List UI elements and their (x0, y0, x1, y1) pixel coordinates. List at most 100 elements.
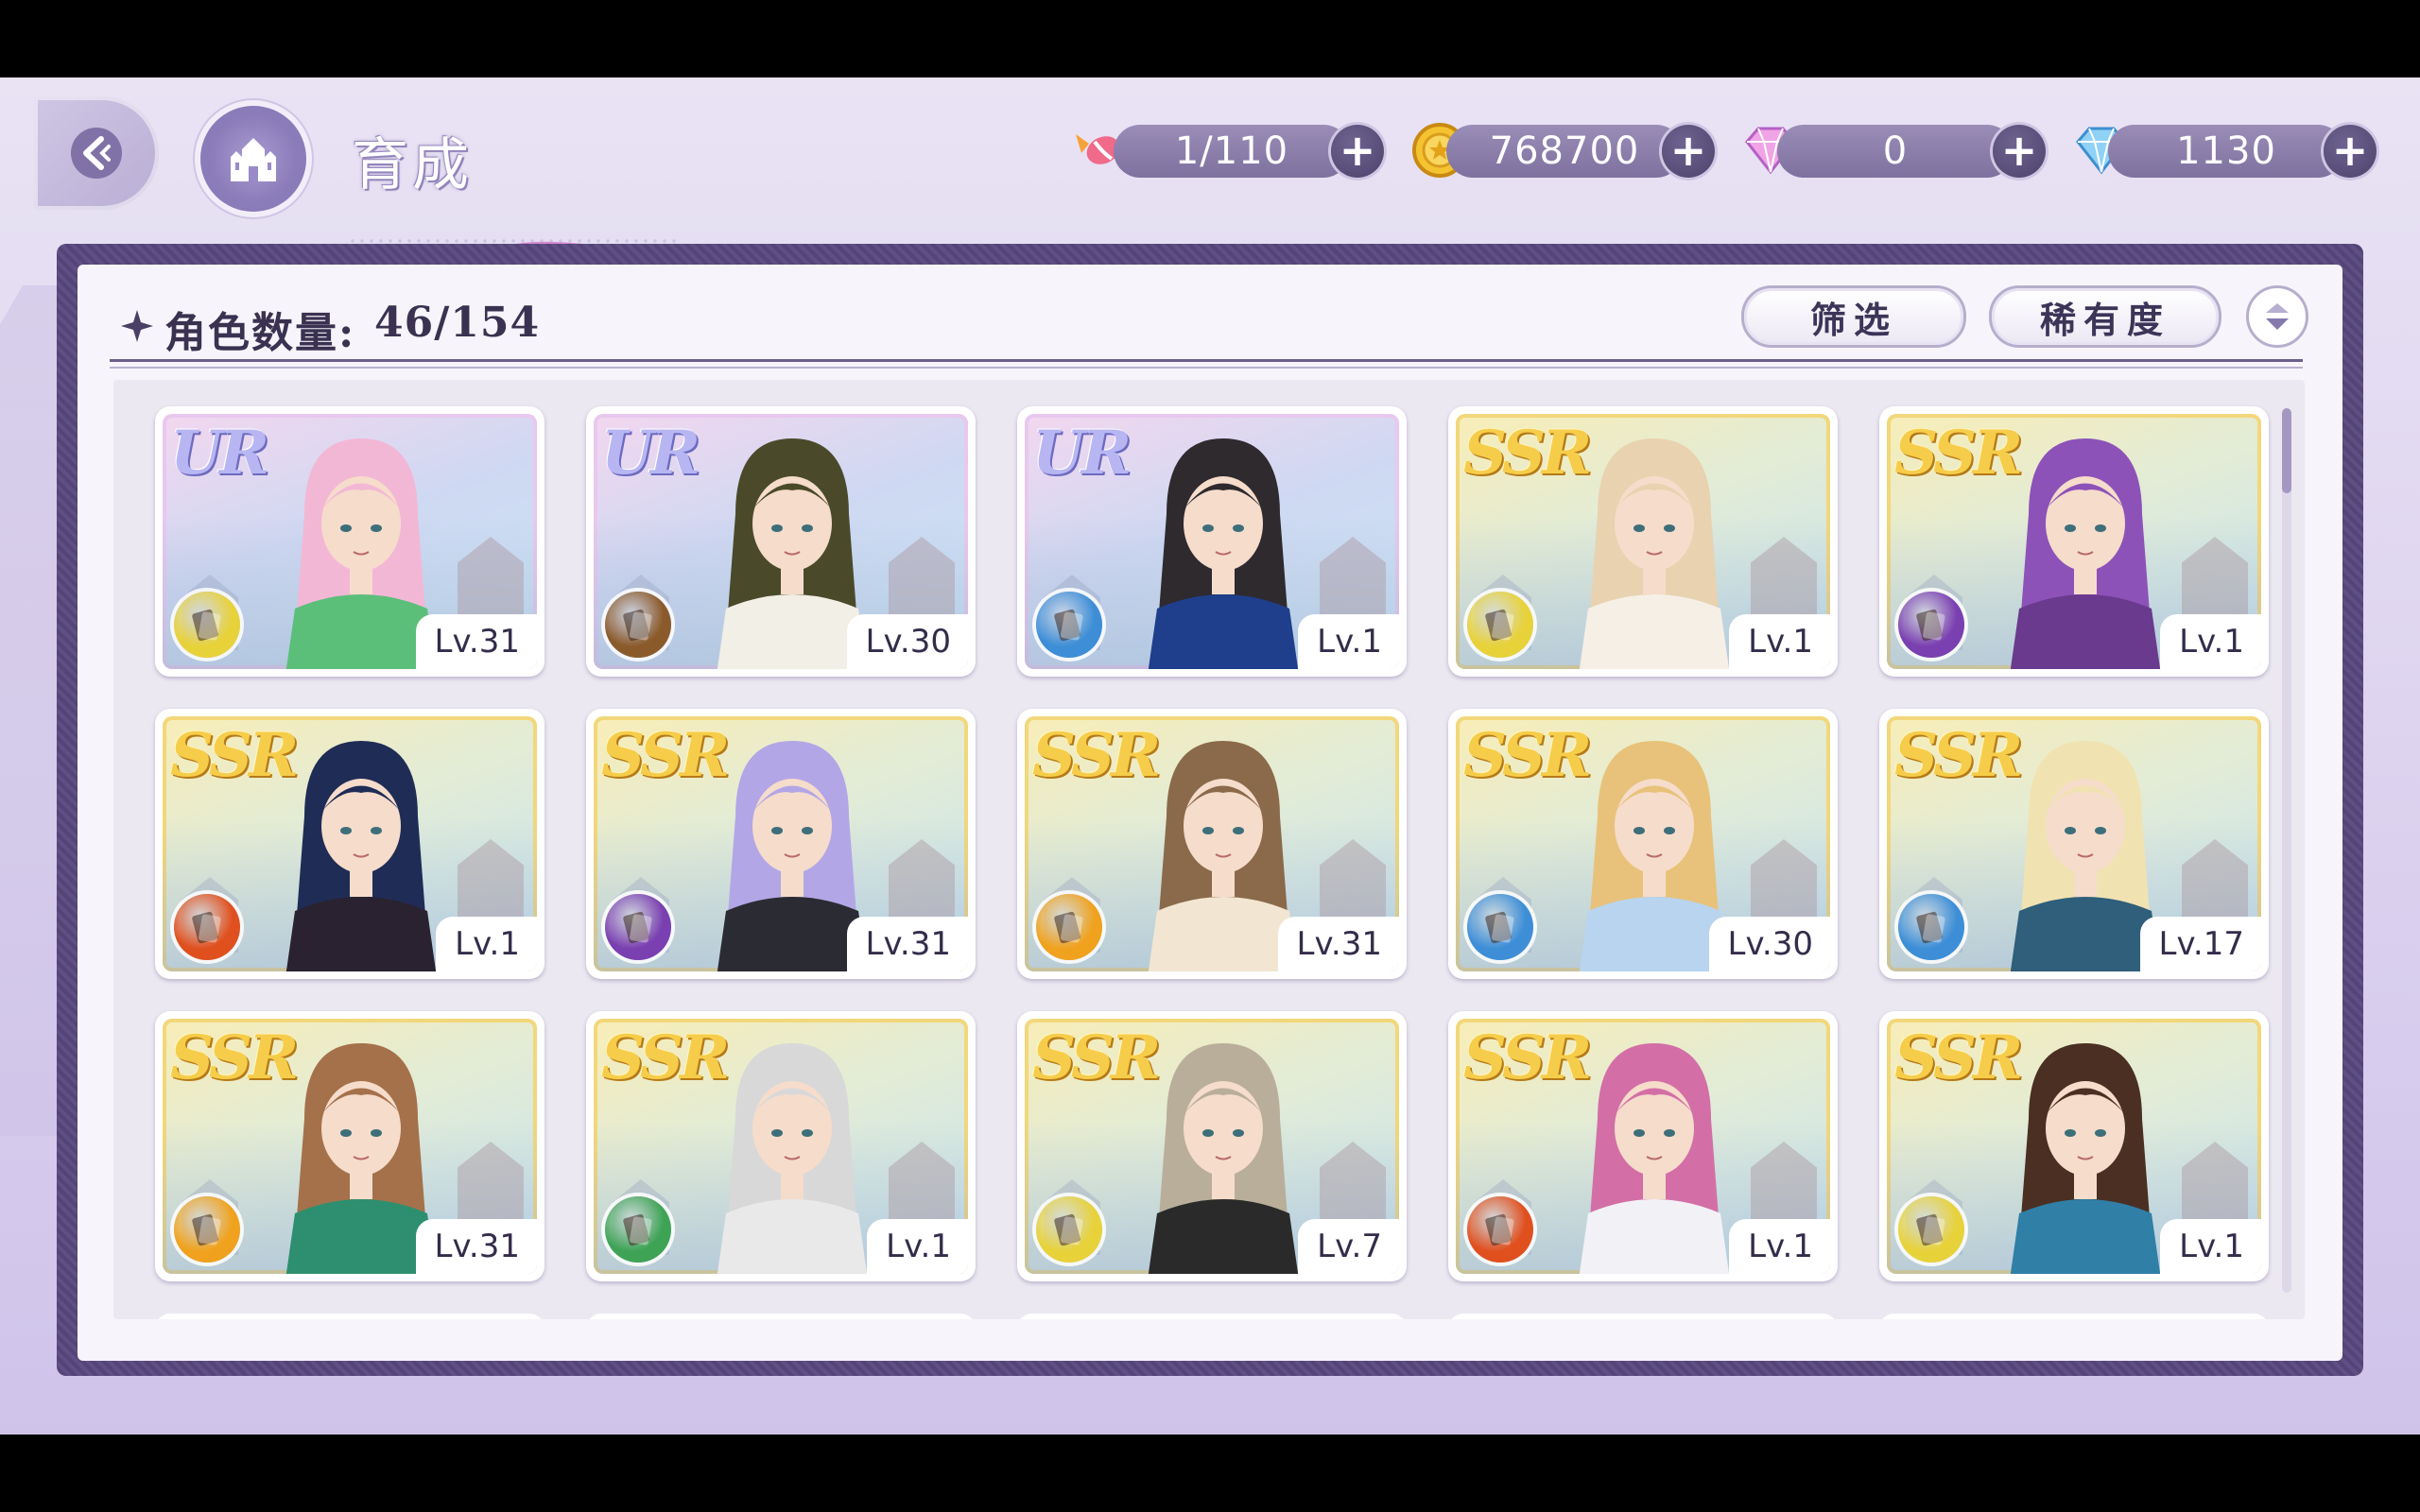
character-card-partial[interactable] (155, 1314, 544, 1319)
rarity-badge: SSR (170, 720, 299, 791)
character-card[interactable]: UR Lv.1 (1017, 406, 1407, 677)
gold-value: 768700 (1489, 129, 1640, 173)
character-card-partial[interactable] (1448, 1314, 1838, 1319)
character-card[interactable]: UR Lv.31 (155, 406, 544, 677)
card-art: UR Lv.31 (163, 414, 537, 669)
character-card[interactable]: SSR Lv.1 (1448, 1011, 1838, 1281)
cards-icon (174, 1196, 240, 1263)
back-button[interactable] (34, 96, 159, 210)
pink-gem-value: 0 (1882, 129, 1909, 173)
card-art: UR Lv.30 (594, 414, 968, 669)
filter-button-label: 筛选 (1809, 298, 1897, 341)
gold-add-button[interactable]: + (1662, 125, 1715, 178)
fist-icon-glyph (623, 911, 652, 944)
cards-icon-glyph (192, 911, 221, 944)
character-card-partial[interactable] (1017, 1314, 1407, 1319)
rarity-badge: SSR (170, 1022, 299, 1093)
level-label: Lv.1 (436, 917, 537, 971)
cards-icon-glyph (1916, 911, 1945, 944)
back-arrow-icon (71, 128, 122, 179)
character-card[interactable]: SSR Lv.30 (1448, 709, 1838, 979)
level-label: Lv.31 (846, 917, 968, 971)
rarity-badge: SSR (1032, 1022, 1161, 1093)
character-card-partial[interactable] (586, 1314, 976, 1319)
bottom-letterbox (0, 1435, 2420, 1512)
candy-add-button[interactable]: + (1331, 125, 1384, 178)
character-card[interactable]: SSR Lv.17 (1879, 709, 2269, 979)
cards-icon-glyph (192, 1213, 221, 1246)
home-button[interactable] (200, 106, 306, 212)
cards-icon (174, 894, 240, 960)
card-art: SSR Lv.1 (1887, 1019, 2261, 1274)
level-label: Lv.30 (846, 614, 968, 669)
card-art: UR Lv.1 (1025, 414, 1399, 669)
scepter-icon-glyph (623, 1213, 652, 1246)
card-art: SSR Lv.1 (1456, 414, 1830, 669)
cards-icon-glyph (1054, 1213, 1083, 1246)
card-icon (174, 592, 240, 658)
character-card-partial[interactable] (1879, 1314, 2269, 1319)
rarity-badge: UR (601, 418, 700, 489)
boot-icon-glyph (1485, 1213, 1514, 1246)
filter-button[interactable]: 筛选 (1741, 285, 1966, 348)
rarity-badge: SSR (1894, 720, 2023, 791)
header-divider (110, 359, 2303, 362)
rarity-badge: SSR (1463, 418, 1592, 489)
blue-gem-counter: 1130 (2108, 125, 2344, 178)
card-art: SSR Lv.31 (594, 716, 968, 971)
header-divider-thin (110, 367, 2303, 369)
cards-icon (1898, 592, 1964, 658)
blue-gem-add-button[interactable]: + (2324, 125, 2377, 178)
sort-order-button[interactable] (2246, 285, 2308, 348)
rarity-badge: SSR (1463, 1022, 1592, 1093)
cards-icon (1898, 894, 1964, 960)
rarity-badge: SSR (1894, 1022, 2023, 1093)
card-icon-glyph (192, 609, 221, 642)
rarity-badge: SSR (1894, 418, 2023, 489)
cards-icon-glyph (1054, 911, 1083, 944)
cards-icon-glyph (1916, 1213, 1945, 1246)
scepter-icon-glyph (1485, 609, 1514, 642)
candy-value: 1/110 (1174, 129, 1289, 173)
page-title: 育成 (352, 132, 473, 198)
pink-gem-counter: 0 (1777, 125, 2014, 178)
scepter-icon (1467, 894, 1533, 960)
character-card[interactable]: SSR Lv.1 (1879, 1011, 2269, 1281)
shield-icon-glyph (1054, 609, 1083, 642)
character-card[interactable]: SSR Lv.31 (586, 709, 976, 979)
sparkle-icon (121, 310, 153, 342)
rarity-badge: SSR (601, 720, 730, 791)
card-art: SSR Lv.1 (1456, 1019, 1830, 1274)
level-label: Lv.1 (1298, 614, 1399, 669)
top-letterbox (0, 0, 2420, 77)
card-art: SSR Lv.30 (1456, 716, 1830, 971)
cards-icon-glyph (1916, 609, 1945, 642)
rarity-badge: UR (170, 418, 269, 489)
rarity-sort-button[interactable]: 稀有度 (1989, 285, 2221, 348)
card-art: SSR Lv.7 (1025, 1019, 1399, 1274)
pink-gem-add-button[interactable]: + (1993, 125, 2046, 178)
card-art: SSR Lv.31 (1025, 716, 1399, 971)
blue-gem-value: 1130 (2176, 129, 2276, 173)
level-label: Lv.1 (867, 1219, 968, 1274)
level-label: Lv.31 (1277, 917, 1399, 971)
character-card[interactable]: SSR Lv.7 (1017, 1011, 1407, 1281)
character-card[interactable]: UR Lv.30 (586, 406, 976, 677)
rarity-badge: SSR (1032, 720, 1161, 791)
scrollbar-track[interactable] (2282, 408, 2291, 1293)
scrollbar-thumb[interactable] (2282, 408, 2291, 493)
level-label: Lv.1 (1729, 614, 1830, 669)
character-card[interactable]: SSR Lv.1 (1448, 406, 1838, 677)
cards-icon (1898, 1196, 1964, 1263)
cards-icon (1036, 1196, 1102, 1263)
character-card[interactable]: SSR Lv.1 (1879, 406, 2269, 677)
card-art: SSR Lv.1 (1887, 414, 2261, 669)
gold-counter: 768700 (1446, 125, 1683, 178)
fist-icon (605, 894, 671, 960)
character-card[interactable]: SSR Lv.1 (586, 1011, 976, 1281)
character-card[interactable]: SSR Lv.31 (1017, 709, 1407, 979)
character-card[interactable]: SSR Lv.31 (155, 1011, 544, 1281)
character-card[interactable]: SSR Lv.1 (155, 709, 544, 979)
shield-icon (1036, 592, 1102, 658)
rarity-badge: SSR (601, 1022, 730, 1093)
